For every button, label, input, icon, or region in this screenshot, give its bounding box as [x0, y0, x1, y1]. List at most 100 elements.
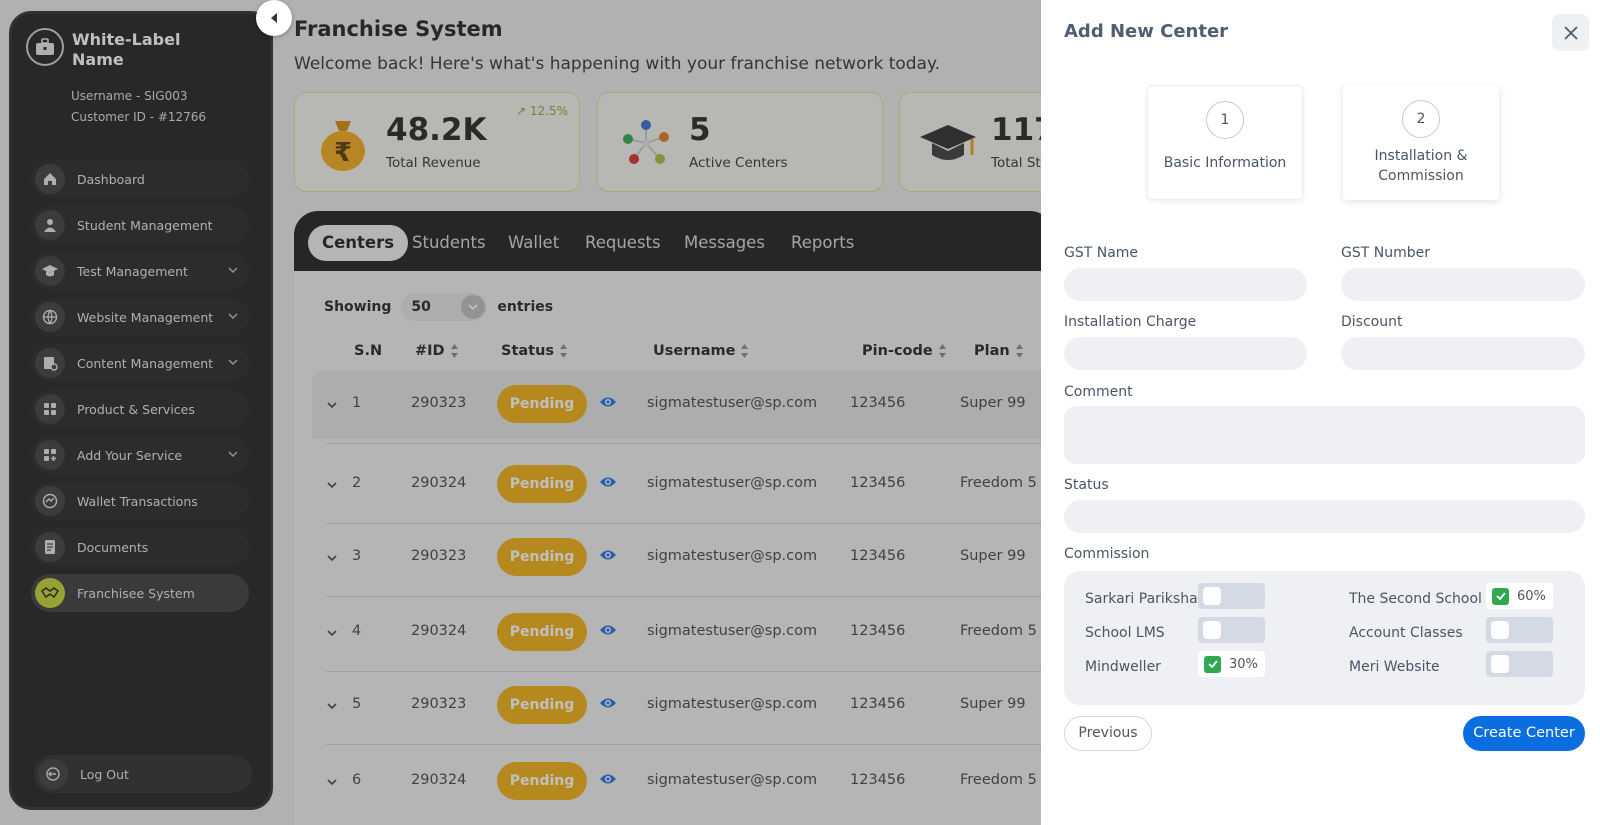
- comment-field[interactable]: [1064, 406, 1585, 464]
- sidebar-item-franchisee-system[interactable]: Franchisee System: [31, 574, 249, 612]
- table-row[interactable]: 1 290323 Pending sigmatestuser@sp.com 123456…: [312, 371, 1054, 439]
- chevron-down-icon[interactable]: [326, 776, 338, 788]
- commission-input-the-second-school[interactable]: 60%: [1486, 583, 1553, 609]
- logout-button[interactable]: Log Out: [34, 755, 252, 793]
- create-center-button[interactable]: Create Center: [1463, 716, 1585, 751]
- commission-toggle-account-classes[interactable]: [1486, 617, 1553, 643]
- table-row[interactable]: 3 290323 Pending sigmatestuser@sp.com 123456…: [312, 524, 1054, 592]
- status-label: Status: [1064, 477, 1109, 493]
- stat-value: 5: [689, 112, 711, 148]
- eye-icon[interactable]: [599, 623, 617, 637]
- table-row[interactable]: 2 290324 Pending sigmatestuser@sp.com 123456…: [312, 451, 1054, 519]
- gst-name-field[interactable]: [1064, 268, 1307, 301]
- cell-sn: 1: [352, 395, 362, 411]
- status-badge: Pending: [497, 686, 587, 724]
- table-row[interactable]: 6 290324 Pending sigmatestuser@sp.com 123456…: [312, 748, 1054, 816]
- sidebar-item-label: Wallet Transactions: [77, 493, 198, 509]
- step-label: Installation & Commission: [1374, 148, 1468, 184]
- add-service-icon: [35, 440, 65, 470]
- commission-toggle-meri-website[interactable]: [1486, 651, 1553, 677]
- sidebar-item-add-your-service[interactable]: Add Your Service: [31, 436, 249, 474]
- stat-label: Total Revenue: [386, 155, 481, 171]
- commission-toggle-school-lms[interactable]: [1198, 617, 1265, 643]
- cell-id: 290324: [411, 623, 467, 639]
- account-meta: Username - SIG003 Customer ID - #12766: [71, 86, 206, 128]
- close-button[interactable]: [1552, 14, 1589, 51]
- column-header-id[interactable]: #ID: [415, 343, 459, 359]
- commission-label-the-second-school: The Second School: [1349, 591, 1482, 607]
- sidebar-item-product-and-services[interactable]: Product & Services: [31, 390, 249, 428]
- column-header-plan[interactable]: Plan: [974, 343, 1024, 359]
- eye-icon[interactable]: [599, 395, 617, 409]
- tab-wallet[interactable]: Wallet: [508, 225, 559, 261]
- cell-sn: 2: [352, 475, 362, 491]
- content-icon: [35, 348, 65, 378]
- cell-pincode: 123456: [850, 623, 906, 639]
- table-row[interactable]: 5 290323 Pending sigmatestuser@sp.com 123456…: [312, 672, 1054, 740]
- tab-students[interactable]: Students: [412, 225, 486, 261]
- cell-pincode: 123456: [850, 395, 906, 411]
- chevron-down-icon[interactable]: [326, 552, 338, 564]
- chevron-down-icon[interactable]: [326, 627, 338, 639]
- eye-icon[interactable]: [599, 475, 617, 489]
- discount-field[interactable]: [1341, 337, 1585, 370]
- grid-icon: [35, 394, 65, 424]
- sidebar-item-wallet-transactions[interactable]: Wallet Transactions: [31, 482, 249, 520]
- sidebar-item-content-management[interactable]: Content Management: [31, 344, 249, 382]
- tab-requests[interactable]: Requests: [585, 225, 661, 261]
- row-divider: [326, 596, 1054, 597]
- cell-sn: 3: [352, 548, 362, 564]
- step-installation-commission[interactable]: 2 Installation & Commission: [1343, 85, 1499, 200]
- cell-sn: 4: [352, 623, 362, 639]
- tab-messages[interactable]: Messages: [684, 225, 765, 261]
- sidebar-item-label: Franchisee System: [77, 585, 195, 601]
- entries-select[interactable]: 50: [401, 293, 488, 321]
- cell-plan: Freedom 5: [960, 623, 1037, 639]
- commission-label: Commission: [1064, 546, 1150, 562]
- sort-icon: [560, 344, 568, 358]
- step-number: 1: [1206, 101, 1244, 139]
- sidebar-collapse-button[interactable]: [256, 0, 292, 36]
- column-header-username[interactable]: Username: [653, 343, 749, 359]
- column-header-pincode[interactable]: Pin-code: [862, 343, 947, 359]
- row-divider: [326, 744, 1054, 745]
- eye-icon[interactable]: [599, 772, 617, 786]
- chevron-down-icon: [461, 295, 486, 319]
- gst-number-field[interactable]: [1341, 268, 1585, 301]
- tab-centers[interactable]: Centers: [308, 225, 409, 261]
- status-badge: Pending: [497, 762, 587, 800]
- status-badge: Pending: [497, 613, 587, 651]
- sidebar-item-documents[interactable]: Documents: [31, 528, 249, 566]
- eye-icon[interactable]: [599, 548, 617, 562]
- status-badge: Pending: [497, 465, 587, 503]
- sidebar-item-website-management[interactable]: Website Management: [31, 298, 249, 336]
- sidebar-item-dashboard[interactable]: Dashboard: [31, 160, 249, 198]
- eye-icon[interactable]: [599, 696, 617, 710]
- tab-reports[interactable]: Reports: [791, 225, 854, 261]
- cell-plan: Super 99: [960, 696, 1026, 712]
- sidebar-item-test-management[interactable]: Test Management: [31, 252, 249, 290]
- toggle-knob: [1491, 655, 1509, 673]
- commission-toggle-sarkari-pariksha[interactable]: [1198, 583, 1265, 609]
- step-basic-information[interactable]: 1 Basic Information: [1147, 85, 1303, 200]
- checkmark-icon: [1492, 587, 1509, 605]
- home-icon: [35, 164, 65, 194]
- chevron-down-icon[interactable]: [326, 479, 338, 491]
- cell-pincode: 123456: [850, 548, 906, 564]
- chevron-down-icon[interactable]: [326, 700, 338, 712]
- discount-label: Discount: [1341, 314, 1403, 330]
- page-subtitle: Welcome back! Here's what's happening wi…: [294, 54, 941, 74]
- customer-id-text: Customer ID - #12766: [71, 110, 207, 124]
- status-field[interactable]: [1064, 500, 1585, 533]
- commission-input-mindweller[interactable]: 30%: [1198, 651, 1265, 677]
- sidebar-item-student-management[interactable]: Student Management: [31, 206, 249, 244]
- chevron-down-icon[interactable]: [326, 399, 338, 411]
- trend-up-icon: ↗: [515, 104, 527, 118]
- column-header-status[interactable]: Status: [501, 343, 568, 359]
- sidebar-nav: Dashboard Student Management Test Manageme…: [31, 160, 249, 620]
- installation-charge-field[interactable]: [1064, 337, 1307, 370]
- brand: White-Label Name: [26, 28, 212, 70]
- previous-button[interactable]: Previous: [1064, 716, 1152, 751]
- sidebar-item-label: Test Management: [77, 263, 188, 279]
- table-row[interactable]: 4 290324 Pending sigmatestuser@sp.com 123456…: [312, 599, 1054, 667]
